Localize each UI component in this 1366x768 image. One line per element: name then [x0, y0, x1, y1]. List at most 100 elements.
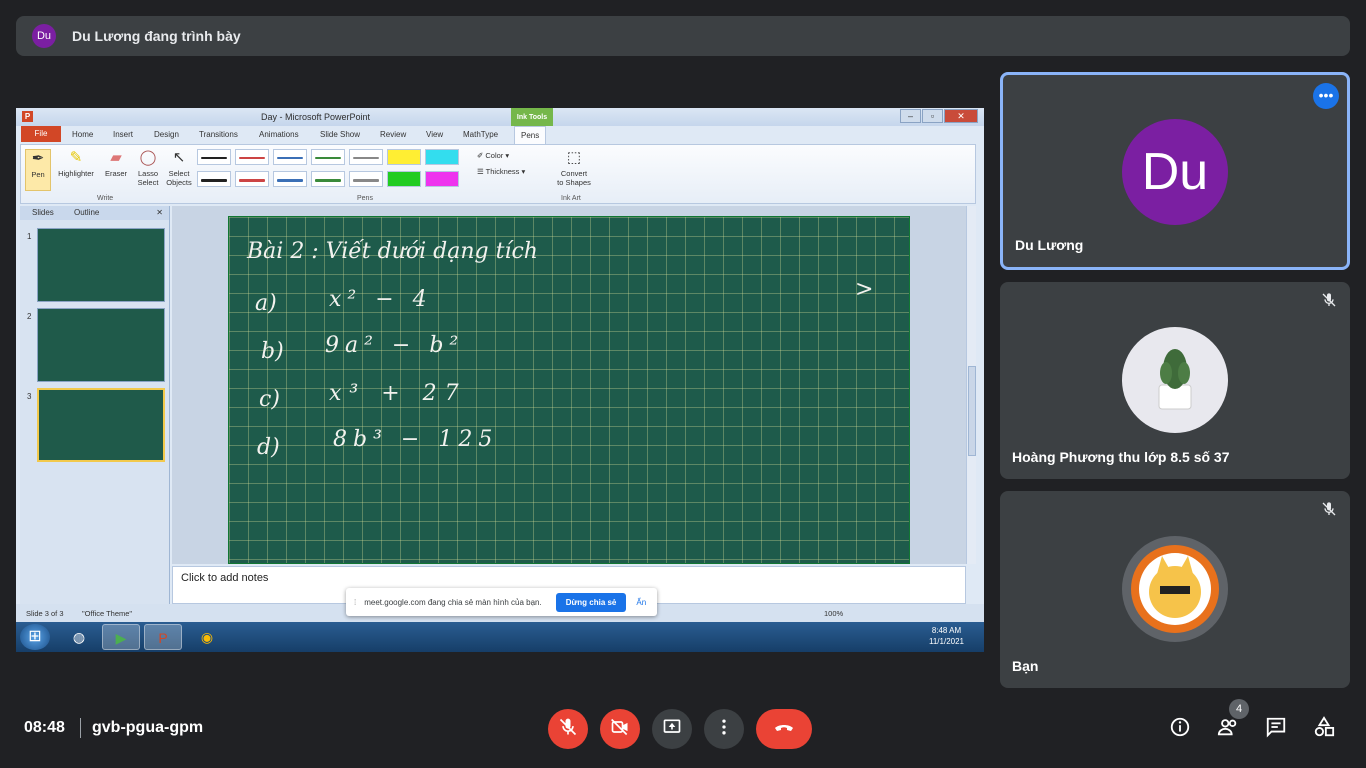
tab-slides[interactable]: Slides	[32, 208, 54, 217]
people-icon	[1216, 716, 1240, 743]
windows-start-button[interactable]: ⊞	[20, 624, 50, 650]
item-expression: x² − 4	[329, 287, 433, 312]
more-vert-icon	[714, 717, 734, 742]
tab-slide-show[interactable]: Slide Show	[320, 130, 360, 139]
activities-button[interactable]	[1311, 715, 1337, 742]
tab-file[interactable]: File	[21, 126, 61, 142]
shared-screen: P Day - Microsoft PowerPoint – ▫ ✕ Ink T…	[16, 108, 984, 652]
board-title: Bài 2 : Viết dưới dạng tích	[247, 239, 538, 264]
info-icon	[1169, 716, 1191, 743]
pen-tool[interactable]: ✒ Pen	[25, 149, 51, 191]
taskbar-meet-icon[interactable]: ▶	[102, 624, 140, 650]
item-label: d)	[257, 435, 280, 460]
slide-thumbnail-3[interactable]	[37, 388, 165, 462]
tab-transitions[interactable]: Transitions	[199, 130, 238, 139]
chat-icon	[1265, 716, 1287, 743]
tab-mathtype[interactable]: MathType	[463, 130, 498, 139]
slide-number: 3	[27, 392, 32, 401]
taskbar-chrome-icon[interactable]: ◉	[188, 624, 226, 650]
group-write-label: Write	[97, 195, 114, 202]
chat-button[interactable]	[1263, 716, 1289, 742]
hide-banner-link[interactable]: Ẩn	[636, 598, 646, 607]
color-dropdown[interactable]: ✐ Color ▾	[477, 151, 509, 160]
highlighter-swatch[interactable]	[425, 149, 459, 165]
meeting-details-button[interactable]	[1167, 716, 1193, 742]
pen-swatch[interactable]	[311, 149, 345, 165]
cat-avatar	[1122, 536, 1228, 642]
tab-view[interactable]: View	[426, 130, 443, 139]
mic-toggle-button[interactable]	[548, 709, 588, 749]
participant-tile[interactable]: Bạn	[1000, 491, 1350, 688]
thickness-dropdown[interactable]: ☰ Thickness ▾	[477, 167, 525, 176]
people-button[interactable]	[1215, 716, 1241, 742]
share-banner-text: meet.google.com đang chia sẻ màn hình củ…	[364, 597, 542, 607]
tab-outline[interactable]: Outline	[74, 208, 99, 217]
stop-sharing-button[interactable]: Dừng chia sẻ	[555, 592, 627, 612]
highlighter-swatch[interactable]	[425, 171, 459, 187]
tab-pens[interactable]: Pens	[514, 126, 547, 144]
slide-canvas[interactable]: Bài 2 : Viết dưới dạng tích a) x² − 4 b)…	[228, 216, 910, 564]
ppt-titlebar: P Day - Microsoft PowerPoint – ▫ ✕	[16, 108, 984, 126]
meeting-code[interactable]: gvb-pgua-gpm	[92, 719, 203, 737]
vertical-scrollbar[interactable]	[966, 206, 976, 564]
shapes-icon: ⬚	[566, 149, 582, 166]
convert-to-shapes-tool[interactable]: ⬚ Convert to Shapes	[553, 149, 595, 187]
lasso-select-tool[interactable]: ◯ Lasso Select	[133, 149, 163, 187]
pen-swatch[interactable]	[235, 171, 269, 187]
pen-swatch[interactable]	[235, 149, 269, 165]
cactus-avatar	[1122, 327, 1228, 433]
eraser-tool[interactable]: ▰ Eraser	[101, 149, 131, 178]
highlighter-tool[interactable]: ✎ Highlighter	[55, 149, 97, 178]
slide-thumbnail-2[interactable]	[37, 308, 165, 382]
system-tray-clock[interactable]: 8:48 AM 11/1/2021	[929, 625, 964, 647]
pen-swatch[interactable]	[273, 171, 307, 187]
group-ink-art-label: Ink Art	[561, 195, 581, 202]
participant-tile[interactable]: Du ••• Du Lương	[1000, 72, 1350, 270]
group-pens-label: Pens	[357, 195, 373, 202]
participant-tile[interactable]: Hoàng Phương thu lớp 8.5 số 37	[1000, 282, 1350, 479]
select-objects-tool[interactable]: ↖ Select Objects	[163, 149, 195, 187]
camera-toggle-button[interactable]	[600, 709, 640, 749]
more-options-button[interactable]	[704, 709, 744, 749]
pen-swatch[interactable]	[197, 171, 231, 187]
pen-swatch[interactable]	[197, 149, 231, 165]
meeting-controls-bar: 08:48 gvb-pgua-gpm	[0, 690, 1366, 768]
pen-swatch[interactable]	[349, 171, 383, 187]
minimize-button[interactable]: –	[900, 109, 921, 123]
mic-off-icon	[558, 717, 578, 742]
item-label: b)	[261, 339, 284, 364]
taskbar-app-icon[interactable]: ◍	[60, 624, 98, 650]
participant-avatar: Du	[1122, 119, 1228, 225]
highlighter-swatch[interactable]	[387, 149, 421, 165]
pen-swatch[interactable]	[273, 149, 307, 165]
eraser-icon: ▰	[110, 149, 122, 166]
item-expression: x³ + 27	[329, 381, 467, 406]
leave-call-button[interactable]	[756, 709, 812, 749]
taskbar-powerpoint-icon[interactable]: P	[144, 624, 182, 650]
ink-tools-label: Ink Tools	[511, 108, 553, 127]
meeting-time: 08:48	[24, 719, 65, 736]
tab-home[interactable]: Home	[72, 130, 93, 139]
pen-swatch[interactable]	[349, 149, 383, 165]
slide-number: 1	[27, 232, 32, 241]
maximize-button[interactable]: ▫	[922, 109, 943, 123]
tab-insert[interactable]: Insert	[113, 130, 133, 139]
ppt-window-title: Day - Microsoft PowerPoint	[261, 112, 371, 122]
thickness-icon: ☰	[477, 167, 486, 176]
item-expression: 8b³ − 125	[333, 427, 499, 452]
more-options-icon[interactable]: •••	[1313, 83, 1339, 109]
tab-animations[interactable]: Animations	[259, 130, 299, 139]
camera-off-icon	[610, 717, 630, 742]
highlighter-swatch[interactable]	[387, 171, 421, 187]
item-label: a)	[255, 291, 277, 316]
tab-review[interactable]: Review	[380, 130, 406, 139]
slide-thumbnail-1[interactable]	[37, 228, 165, 302]
present-screen-button[interactable]	[652, 709, 692, 749]
tab-design[interactable]: Design	[154, 130, 179, 139]
zoom-level: 100%	[824, 609, 844, 618]
close-button[interactable]: ✕	[944, 109, 978, 123]
item-label: c)	[259, 387, 280, 412]
pen-swatch[interactable]	[311, 171, 345, 187]
close-panel-icon[interactable]: ✕	[156, 208, 163, 217]
drag-handle-icon[interactable]: ⁞	[354, 598, 356, 607]
